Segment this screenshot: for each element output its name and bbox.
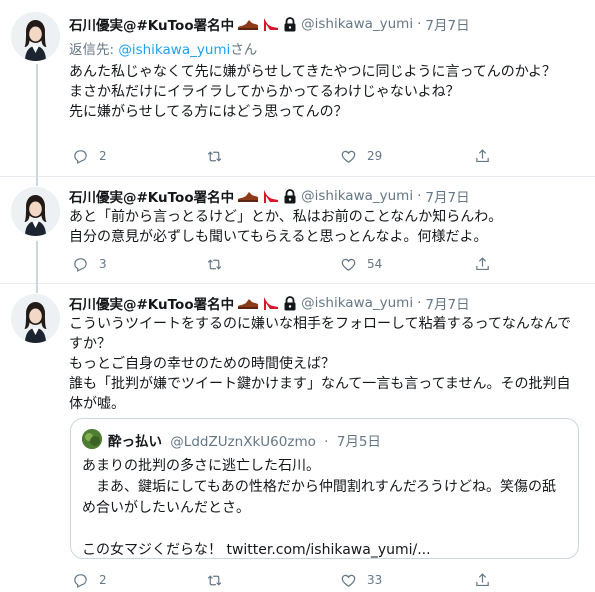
separator: · [324,434,329,450]
tweet-date[interactable]: 7月7日 [425,186,469,206]
share-button[interactable] [474,254,504,274]
action-bar: 3 54 [72,254,512,274]
quoted-author-name: 酔っ払い [108,434,162,450]
thread-line [36,284,38,293]
like-button[interactable]: 33 [340,570,474,590]
author-name[interactable]: 石川優実@#KuToo署名中 [69,186,234,206]
like-icon [340,148,357,165]
share-icon [474,572,491,589]
high-heel-emoji-icon [262,16,280,32]
reply-icon [72,148,89,165]
author-name[interactable]: 石川優実@#KuToo署名中 [69,14,234,34]
share-icon [474,256,491,273]
like-count: 29 [367,149,383,163]
retweet-button[interactable] [206,570,340,590]
like-button[interactable]: 54 [340,254,474,274]
replying-suffix: さん [230,42,258,58]
quoted-text: あまりの批判の多さに逃亡した石川。 まあ、鍵垢にしてもあの性格だから仲間割れすん… [82,458,557,558]
retweet-icon [206,148,223,165]
tweet-text: あんた私じゃなくて先に嫌がらせしてきたやつに同じように言ってんのかよ？ まさか私… [69,64,557,120]
replying-prefix: 返信先: [69,42,119,58]
tweet-text: こういうツイートをするのに嫌いな相手をフォローして粘着するってなんなんですか？ … [69,316,572,412]
avatar[interactable] [11,12,60,61]
reply-button[interactable]: 2 [72,570,206,590]
reply-count: 3 [99,257,107,271]
shoe-emoji-icon [237,17,259,31]
tweet-text: あと「前から言っとるけど」とか、私はお前のことなんか知らんわ。 自分の意見が必ず… [69,209,503,245]
tweet-header: 石川優実@#KuToo署名中 @ishikawa_yumi · 7月7日 [69,186,470,206]
high-heel-emoji-icon [262,188,280,204]
author-name[interactable]: 石川優実@#KuToo署名中 [69,293,234,313]
replying-to: 返信先: @ishikawa_yumiさん [69,38,257,58]
high-heel-emoji-icon [262,295,280,311]
like-button[interactable]: 29 [340,146,474,166]
author-handle[interactable]: @ishikawa_yumi [301,16,413,32]
separator: · [417,295,422,311]
reply-icon [72,572,89,589]
tweet[interactable]: 石川優実@#KuToo署名中 @ishikawa_yumi · 7月7日 返信先… [0,0,595,177]
author-handle[interactable]: @ishikawa_yumi [301,188,413,204]
lock-icon [283,188,297,204]
avatar[interactable] [11,187,60,236]
action-bar: 2 29 [72,146,512,166]
tweet-date[interactable]: 7月7日 [425,14,469,34]
tweet[interactable]: 石川優実@#KuToo署名中 @ishikawa_yumi · 7月7日 あと「… [0,177,595,284]
reply-icon [72,256,89,273]
share-button[interactable] [474,570,504,590]
author-handle[interactable]: @ishikawa_yumi [301,295,413,311]
like-icon [340,256,357,273]
reply-count: 2 [99,573,107,587]
tweet-date[interactable]: 7月7日 [425,293,469,313]
tweet-header: 石川優実@#KuToo署名中 @ishikawa_yumi · 7月7日 [69,293,470,313]
shoe-emoji-icon [237,189,259,203]
like-count: 33 [367,573,383,587]
like-icon [340,572,357,589]
retweet-icon [206,572,223,589]
action-bar: 2 33 [72,570,512,590]
share-icon [474,148,491,165]
tweet-header: 石川優実@#KuToo署名中 @ishikawa_yumi · 7月7日 [69,14,470,34]
retweet-icon [206,256,223,273]
separator: · [417,16,422,32]
replying-handle-link[interactable]: @ishikawa_yumi [118,42,230,58]
like-count: 54 [367,257,383,271]
reply-count: 2 [99,149,107,163]
quoted-avatar [82,429,102,449]
lock-icon [283,16,297,32]
quoted-date: 7月5日 [336,434,381,450]
reply-button[interactable]: 2 [72,146,206,166]
retweet-button[interactable] [206,254,340,274]
shoe-emoji-icon [237,296,259,310]
avatar[interactable] [11,294,60,343]
separator: · [417,188,422,204]
quoted-tweet[interactable]: 酔っ払い @LddZUznXkU60zmo · 7月5日 あまりの批判の多さに逃… [70,418,579,559]
lock-icon [283,295,297,311]
thread-line [36,241,38,284]
thread-line [36,177,38,186]
reply-button[interactable]: 3 [72,254,206,274]
quoted-header: 酔っ払い @LddZUznXkU60zmo · 7月5日 [108,430,381,450]
thread-line [36,64,38,177]
retweet-button[interactable] [206,146,340,166]
share-button[interactable] [474,146,504,166]
quoted-author-handle: @LddZUznXkU60zmo [170,434,316,450]
